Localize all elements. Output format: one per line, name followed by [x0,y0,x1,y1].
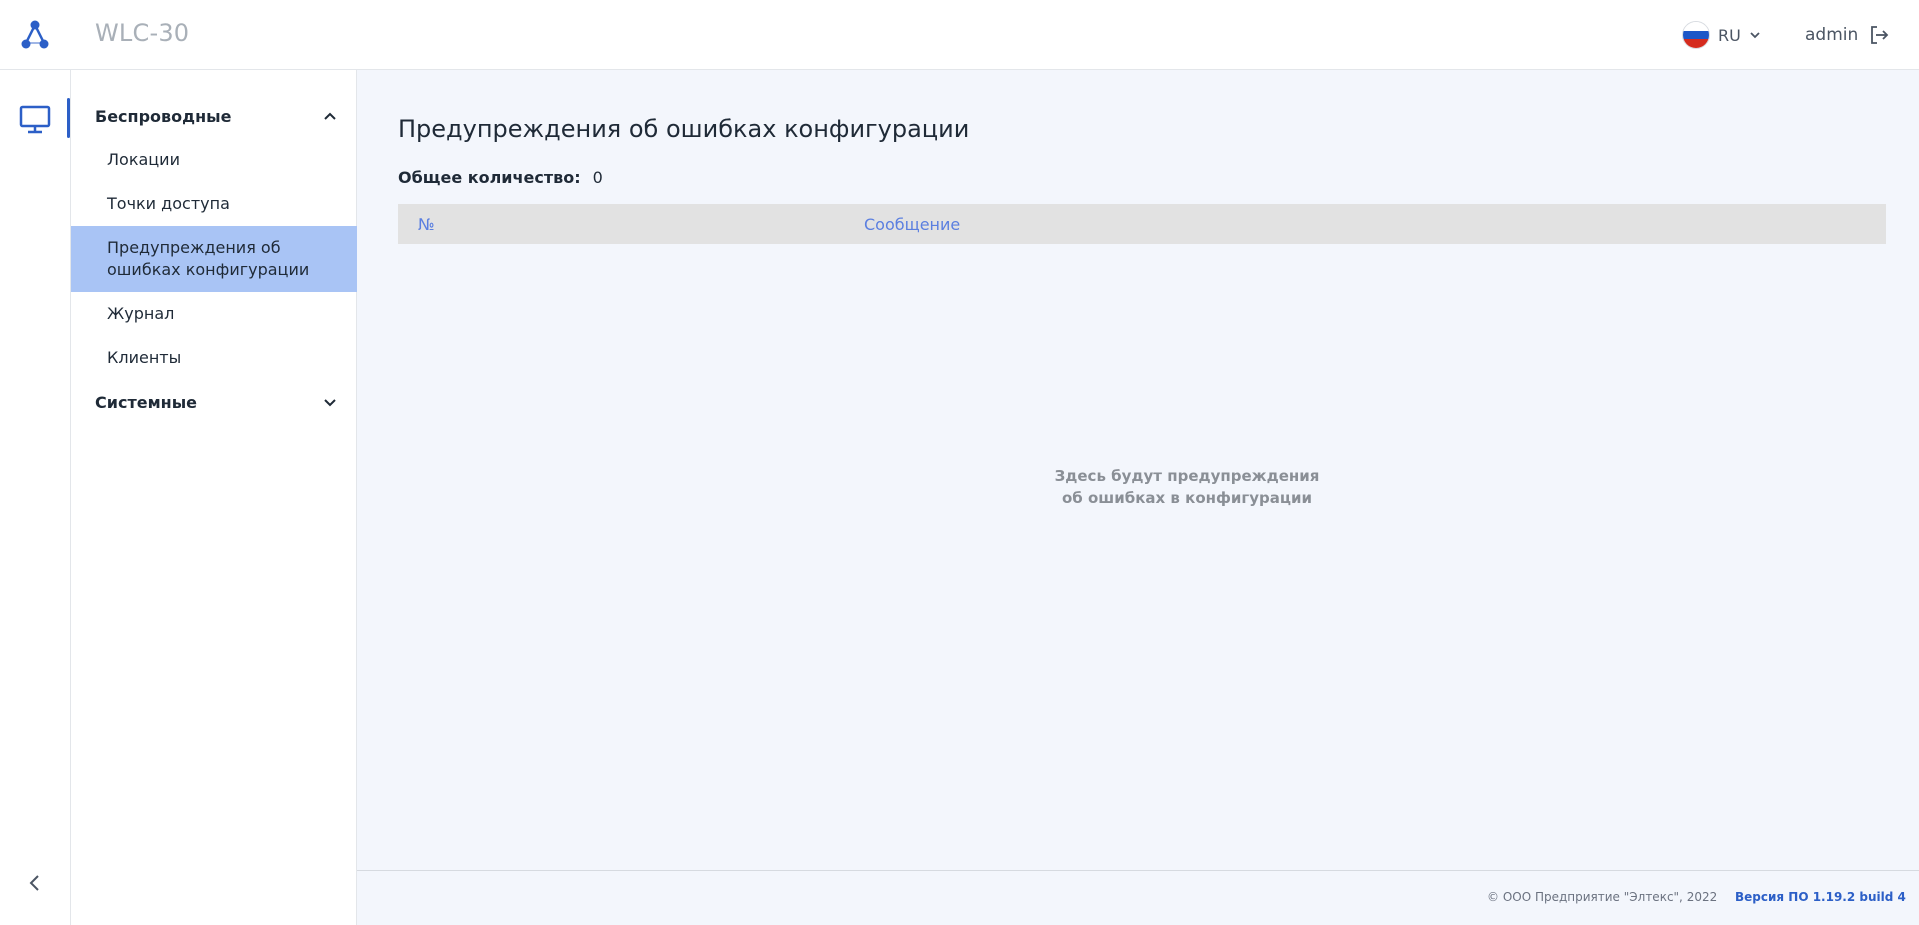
language-label: RU [1718,25,1741,45]
menu-group-system[interactable]: Системные [71,382,357,422]
russia-flag-icon [1682,21,1710,49]
chevron-down-icon [1750,32,1760,39]
empty-state-message: Здесь будут предупреждения об ошибках в … [957,465,1417,509]
side-menu: Беспроводные Локации Точки доступа Преду… [67,70,357,925]
sidebar-item-label: Локации [107,150,180,169]
username: admin [1805,25,1859,45]
column-header-number[interactable]: № [418,215,435,234]
total-count-value: 0 [592,168,603,187]
app-title: WLC-30 [95,19,190,47]
sidebar-item-label: Предупреждения об ошибках конфигурации [107,238,310,279]
chevron-left-icon[interactable] [24,872,46,894]
logout-icon[interactable] [1868,24,1890,46]
sidebar-item-journal[interactable]: Журнал [71,294,357,334]
menu-group-wireless[interactable]: Беспроводные [71,96,357,136]
software-version: Версия ПО 1.19.2 build 4 [1735,890,1906,904]
user-menu[interactable]: admin [1805,20,1890,50]
sidebar-item-config-warnings[interactable]: Предупреждения об ошибках конфигурации [71,226,357,292]
page-title: Предупреждения об ошибках конфигурации [398,115,970,143]
empty-state-line-2: об ошибках в конфигурации [1062,489,1312,507]
table-header: № Сообщение [398,204,1886,244]
monitor-icon[interactable] [18,102,52,136]
header: WLC-30 RU admin [0,0,1919,70]
sidebar-item-label: Журнал [107,304,175,323]
menu-group-label: Беспроводные [95,106,232,126]
active-section-indicator [67,98,70,138]
sidebar-item-label: Точки доступа [107,194,230,213]
column-header-message[interactable]: Сообщение [864,215,960,234]
sidebar-item-label: Клиенты [107,348,182,367]
sidebar-item-clients[interactable]: Клиенты [71,338,357,378]
footer: © ООО Предприятие "Элтекс", 2022 Версия … [357,870,1919,925]
empty-state-line-1: Здесь будут предупреждения [1054,467,1320,485]
network-logo-icon[interactable] [18,18,52,52]
menu-group-label: Системные [95,392,198,412]
copyright-text: © ООО Предприятие "Элтекс", 2022 [1487,890,1718,904]
chevron-down-icon [324,399,336,407]
total-count-label: Общее количество: [398,168,581,187]
language-selector[interactable]: RU [1682,20,1761,50]
icon-rail [0,70,71,925]
main-content: Предупреждения об ошибках конфигурации О… [357,70,1919,870]
sidebar-item-access-points[interactable]: Точки доступа [71,184,357,224]
total-count: Общее количество: 0 [398,168,603,187]
chevron-up-icon [324,112,336,120]
sidebar-item-locations[interactable]: Локации [71,140,357,180]
